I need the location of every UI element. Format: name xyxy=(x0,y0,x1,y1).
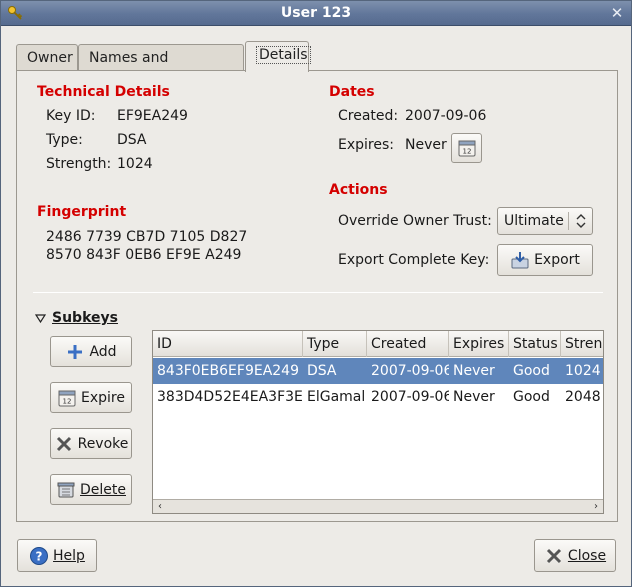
add-label: Add xyxy=(89,343,117,360)
strength-value: 1024 xyxy=(117,156,153,172)
close-label: Close xyxy=(567,547,607,564)
key-id-value: EF9EA249 xyxy=(117,108,188,124)
column-header-status[interactable]: Status xyxy=(509,331,561,357)
tab-names-signatures[interactable]: Names and Signatures xyxy=(78,44,244,92)
add-subkey-button[interactable]: Add xyxy=(50,336,132,367)
fingerprint-line-2: 8570 843F 0EB6 EF9E A249 xyxy=(46,247,242,263)
column-header-expires[interactable]: Expires xyxy=(449,331,509,357)
type-label: Type: xyxy=(46,132,83,148)
updown-arrows-icon xyxy=(576,214,586,228)
expire-label: Expire xyxy=(81,389,125,406)
x-icon xyxy=(56,436,71,451)
export-key-label: Export Complete Key: xyxy=(338,252,490,268)
cell-expires: Never xyxy=(453,389,495,405)
cell-id: 383D4D52E4EA3F3E xyxy=(157,389,303,405)
created-value: 2007-09-06 xyxy=(405,108,487,124)
override-trust-label: Override Owner Trust: xyxy=(338,213,492,229)
dialog-window: User 123 ✕ Owner Names and Signatures De… xyxy=(0,0,632,587)
cell-status: Good xyxy=(513,389,550,405)
details-panel: Technical Details Key ID: EF9EA249 Type:… xyxy=(16,70,618,522)
delete-label: Delete xyxy=(80,481,126,498)
calendar-icon: 12 xyxy=(458,140,475,157)
fingerprint-line-1: 2486 7739 CB7D 7105 D827 xyxy=(46,229,248,245)
expires-label: Expires: xyxy=(338,137,394,153)
column-header-strength[interactable]: Stren xyxy=(561,331,603,357)
scroll-left-icon[interactable]: ‹ xyxy=(153,500,167,513)
delete-subkey-button[interactable]: Delete xyxy=(50,474,132,505)
cell-created: 2007-09-06 xyxy=(371,389,449,405)
cell-expires: Never xyxy=(453,363,495,379)
x-icon xyxy=(546,548,561,563)
tab-details[interactable]: Details xyxy=(245,41,311,72)
tab-owner[interactable]: Owner xyxy=(16,44,78,71)
expander-arrow-icon xyxy=(35,313,46,323)
key-icon xyxy=(8,6,23,20)
fingerprint-heading: Fingerprint xyxy=(37,204,127,220)
svg-text:?: ? xyxy=(36,549,43,563)
subkeys-table[interactable]: ID Type Created Expires Status Stren 843… xyxy=(152,330,604,514)
owner-trust-select[interactable]: Ultimate xyxy=(497,207,593,235)
help-label: Help xyxy=(53,547,85,564)
svg-text:12: 12 xyxy=(462,148,471,156)
key-id-label: Key ID: xyxy=(46,108,96,124)
created-label: Created: xyxy=(338,108,399,124)
revoke-label: Revoke xyxy=(77,435,129,452)
horizontal-scrollbar[interactable]: ‹ › xyxy=(153,499,603,513)
cell-type: DSA xyxy=(307,363,337,379)
dates-heading: Dates xyxy=(329,84,375,100)
close-icon[interactable]: ✕ xyxy=(609,5,625,21)
subkeys-heading: Subkeys xyxy=(52,310,118,326)
window-title: User 123 xyxy=(280,5,352,21)
export-button-label: Export xyxy=(534,252,580,268)
scroll-right-icon[interactable]: › xyxy=(589,500,603,513)
cell-id: 843F0EB6EF9EA249 xyxy=(157,363,299,379)
set-expiry-button[interactable]: 12 xyxy=(451,133,482,163)
delete-icon xyxy=(57,482,75,497)
cell-created: 2007-09-06 xyxy=(371,363,449,379)
type-value: DSA xyxy=(117,132,147,148)
revoke-subkey-button[interactable]: Revoke xyxy=(50,428,132,459)
column-header-type[interactable]: Type xyxy=(303,331,367,357)
technical-details-heading: Technical Details xyxy=(37,84,170,100)
cell-strength: 1024 xyxy=(565,363,601,379)
column-header-created[interactable]: Created xyxy=(367,331,449,357)
expires-value: Never xyxy=(405,137,447,153)
column-header-id[interactable]: ID xyxy=(153,331,303,357)
expire-subkey-button[interactable]: 12 Expire xyxy=(50,382,132,413)
export-icon xyxy=(511,252,529,269)
help-button[interactable]: ? Help xyxy=(17,539,97,572)
subkeys-expander[interactable]: Subkeys xyxy=(35,310,118,326)
export-button[interactable]: Export xyxy=(497,244,593,276)
titlebar[interactable]: User 123 ✕ xyxy=(1,1,631,26)
cell-strength: 2048 xyxy=(565,389,601,405)
owner-trust-value: Ultimate xyxy=(504,213,564,229)
actions-heading: Actions xyxy=(329,182,388,198)
table-row[interactable]: 843F0EB6EF9EA249 DSA 2007-09-06 Never Go… xyxy=(153,358,603,384)
table-row[interactable]: 383D4D52E4EA3F3E ElGamal 2007-09-06 Neve… xyxy=(153,384,603,410)
separator xyxy=(33,292,603,293)
cell-status: Good xyxy=(513,363,550,379)
svg-text:12: 12 xyxy=(63,397,72,405)
cell-type: ElGamal xyxy=(307,389,366,405)
strength-label: Strength: xyxy=(46,156,112,172)
table-header: ID Type Created Expires Status Stren xyxy=(153,331,603,357)
calendar-icon: 12 xyxy=(58,390,76,406)
close-button[interactable]: Close xyxy=(534,539,616,572)
plus-icon xyxy=(68,344,83,359)
help-icon: ? xyxy=(30,546,49,565)
